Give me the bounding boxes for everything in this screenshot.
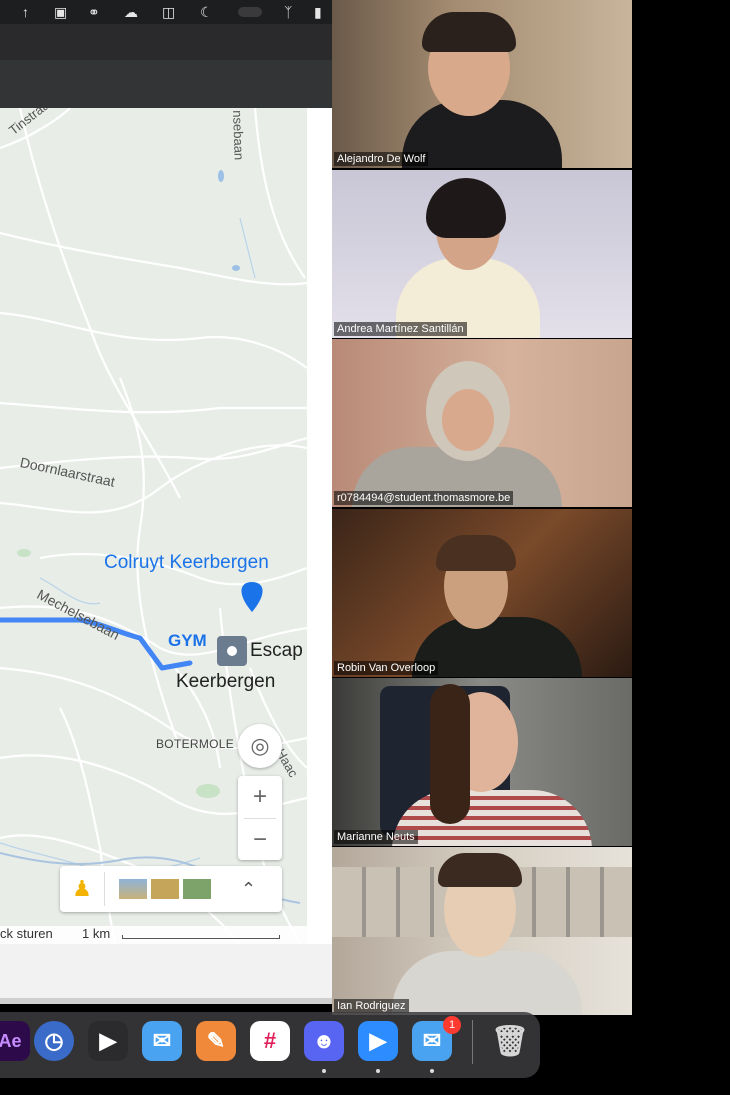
bluetooth-icon[interactable]: ᛉ	[284, 3, 292, 21]
place-label-escap[interactable]: Escap	[250, 640, 303, 662]
layers-bar: ♟ ⌃	[60, 866, 282, 912]
feedback-link[interactable]: ck sturen	[0, 926, 53, 941]
zoom-in-button[interactable]: +	[238, 776, 282, 818]
participant-tile[interactable]: Ian Rodriguez	[332, 847, 632, 1015]
clock-icon[interactable]: ◷	[34, 1021, 74, 1061]
layer-thumb-imagery[interactable]	[183, 879, 211, 899]
participant-name: r0784494@student.thomasmore.be	[334, 491, 514, 505]
participant-tile[interactable]: Robin Van Overloop	[332, 509, 632, 677]
screen-edge	[632, 0, 730, 1095]
running-indicator	[430, 1069, 434, 1073]
participant-tile[interactable]: Andrea Martínez Santillán	[332, 170, 632, 338]
network-icon[interactable]: ▣	[54, 3, 67, 21]
map-view[interactable]: Tinstraat nsebaan Doornlaarstraat Mechel…	[0, 108, 307, 944]
menu-bar: ↑ ▣ ⚭ ☁ ◫ ☾ ᛉ ▮	[0, 0, 332, 24]
dock-divider	[472, 1020, 473, 1064]
participant-tile[interactable]: r0784494@student.thomasmore.be	[332, 339, 632, 507]
place-label-keerbergen: Keerbergen	[176, 671, 276, 692]
pegman-icon[interactable]: ♟	[60, 876, 104, 902]
zoom-icon[interactable]: ▶	[358, 1021, 398, 1061]
participant-name: Alejandro De Wolf	[334, 152, 429, 166]
zoom-controls: + −	[238, 776, 282, 860]
running-indicator	[322, 1069, 326, 1073]
participant-tile[interactable]: Alejandro De Wolf	[332, 0, 632, 168]
slack-icon[interactable]: #	[250, 1021, 290, 1061]
trash-icon[interactable]: 🗑	[490, 1021, 530, 1061]
notification-badge: 1	[443, 1016, 461, 1034]
scale-label: 1 km	[82, 926, 111, 941]
glasses-icon[interactable]: ⚭	[88, 3, 100, 21]
running-indicator	[376, 1069, 380, 1073]
layer-thumb-satellite[interactable]	[119, 879, 147, 899]
map-footer: ck sturen 1 km	[0, 926, 307, 944]
participant-tile[interactable]: Marianne Neuts	[332, 678, 632, 846]
place-label-gym[interactable]: GYM	[168, 631, 207, 651]
street-label-nsebaan: nsebaan	[230, 110, 247, 161]
participant-name: Ian Rodriguez	[334, 999, 409, 1013]
place-label-colruyt[interactable]: Colruyt Keerbergen	[104, 552, 269, 574]
browser-bottom-area	[0, 944, 332, 1004]
caps-lock-icon[interactable]: ↑	[22, 3, 29, 21]
battery-icon[interactable]: ▮	[314, 3, 322, 21]
chevron-up-icon[interactable]: ⌃	[241, 879, 256, 900]
shop-pin-icon[interactable]	[241, 582, 263, 612]
status-pill	[238, 7, 262, 17]
scale-bar	[122, 935, 280, 939]
crosshair-icon: ◎	[250, 733, 270, 758]
mail-icon[interactable]: ✉	[142, 1021, 182, 1061]
participant-name: Marianne Neuts	[334, 830, 418, 844]
pen-icon[interactable]: ✎	[196, 1021, 236, 1061]
discord-icon[interactable]: ☻	[304, 1021, 344, 1061]
after-effects-icon[interactable]: Ae	[0, 1021, 30, 1061]
browser-toolbar	[0, 60, 332, 108]
map-side-margin	[307, 108, 332, 944]
my-location-button[interactable]: ◎	[238, 724, 282, 768]
window-titlebar	[0, 24, 332, 60]
participant-name: Andrea Martínez Santillán	[334, 322, 467, 336]
scroll-track[interactable]	[0, 998, 332, 1004]
zoom-out-button[interactable]: −	[238, 819, 282, 861]
participant-name: Robin Van Overloop	[334, 661, 439, 675]
moon-icon[interactable]: ☾	[200, 3, 213, 21]
cloud-icon[interactable]: ☁	[124, 3, 138, 21]
voice-icon[interactable]: ▶	[88, 1021, 128, 1061]
mirror-icon[interactable]: ◫	[162, 3, 175, 21]
place-label-botermole: BOTERMOLE	[156, 737, 235, 751]
layer-thumb-terrain[interactable]	[151, 879, 179, 899]
